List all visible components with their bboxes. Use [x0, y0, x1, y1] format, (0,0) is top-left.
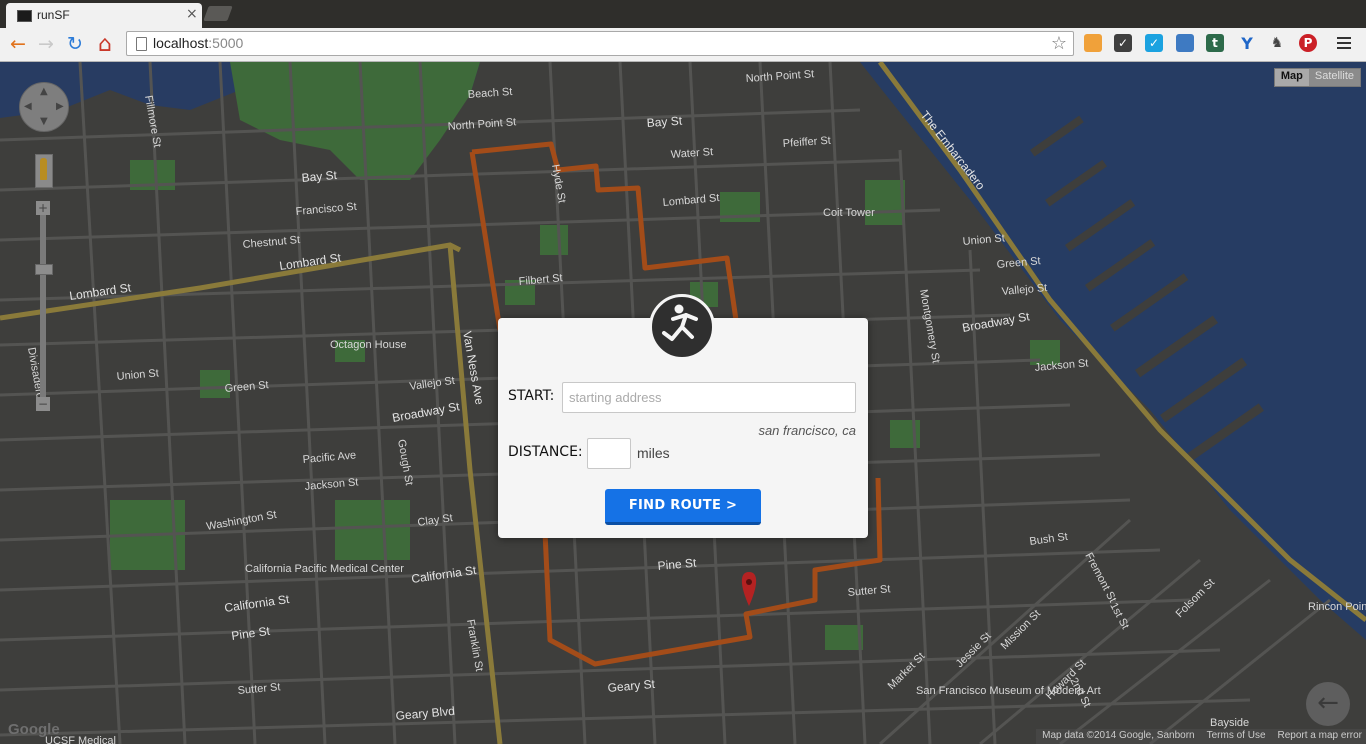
tab-runsf[interactable]: runSF ×: [6, 3, 202, 28]
report-map-error-link[interactable]: Report a map error: [1278, 730, 1362, 744]
close-icon[interactable]: ×: [186, 6, 198, 22]
location-hint: san francisco, ca: [758, 423, 856, 438]
forward-arrow-icon[interactable]: →: [34, 33, 58, 55]
pan-control[interactable]: ▲ ▼ ◀ ▶: [19, 82, 69, 132]
place-label: Coit Tower: [823, 207, 875, 219]
map-type-control: Map Satellite: [1273, 68, 1361, 87]
home-icon[interactable]: ⌂: [93, 32, 117, 57]
chevron-up-icon[interactable]: ▲: [40, 86, 48, 97]
url-host: localhost: [153, 35, 209, 51]
map-type-map-button[interactable]: Map: [1274, 69, 1309, 86]
image-icon[interactable]: [1176, 34, 1194, 52]
chevron-left-icon[interactable]: ◀: [24, 101, 32, 112]
street-label: Bay St: [646, 114, 683, 130]
runner-logo-icon: [649, 294, 715, 360]
find-route-button[interactable]: FIND ROUTE >: [605, 489, 761, 525]
check-icon[interactable]: ✓: [1145, 34, 1163, 52]
street-view-pegman-icon[interactable]: [35, 154, 53, 188]
zoom-in-button[interactable]: +: [36, 201, 50, 215]
distance-label: DISTANCE:: [508, 444, 583, 460]
menu-icon[interactable]: [1337, 34, 1351, 52]
pocket-icon[interactable]: ✓: [1114, 34, 1132, 52]
map-type-satellite-button[interactable]: Satellite: [1308, 69, 1360, 86]
place-label: California Pacific Medical Center: [245, 563, 404, 575]
ycombinator-icon[interactable]: Y: [1238, 34, 1256, 53]
terminal-icon: [17, 10, 32, 22]
start-label: START:: [508, 388, 555, 404]
place-label: Octagon House: [330, 339, 406, 351]
google-logo: Google: [8, 721, 60, 738]
start-address-input[interactable]: [562, 382, 856, 413]
back-arrow-icon[interactable]: ←: [6, 33, 30, 55]
map-attribution: Map data ©2014 Google, Sanborn Terms of …: [1036, 729, 1366, 744]
chevron-right-icon[interactable]: ▶: [56, 101, 64, 112]
tumblr-icon[interactable]: t: [1206, 34, 1224, 52]
pinterest-icon[interactable]: P: [1299, 34, 1317, 52]
url-port: :5000: [208, 35, 244, 51]
bookmark-star-icon[interactable]: ☆: [1051, 33, 1067, 54]
reload-icon[interactable]: ↻: [63, 33, 87, 55]
zoom-out-button[interactable]: −: [36, 397, 50, 411]
url-text: localhost:5000: [153, 35, 243, 51]
browser-toolbar: ← → ↻ ⌂ localhost:5000 ☆ ✓ ✓ t Y ♞ P: [0, 28, 1366, 62]
zoom-slider-track[interactable]: [40, 202, 46, 404]
evernote-icon[interactable]: ♞: [1268, 34, 1286, 52]
miles-unit-label: miles: [637, 445, 670, 461]
address-bar[interactable]: localhost:5000 ☆: [126, 31, 1074, 56]
new-tab-button[interactable]: [203, 6, 233, 21]
place-label: San Francisco Museum of Modern Art: [916, 685, 1101, 697]
hand-icon[interactable]: [1084, 34, 1102, 52]
back-arrow-button[interactable]: ←: [1306, 682, 1350, 726]
terms-of-use-link[interactable]: Terms of Use: [1207, 730, 1266, 744]
tab-strip: runSF ×: [0, 0, 1366, 28]
zoom-slider-thumb[interactable]: [35, 264, 53, 275]
page-icon: [136, 37, 147, 51]
place-label: Bayside: [1210, 717, 1249, 729]
tab-title: runSF: [37, 8, 70, 22]
place-label: Rincon Point: [1308, 601, 1366, 613]
distance-input[interactable]: [587, 438, 631, 469]
chevron-down-icon[interactable]: ▼: [40, 116, 48, 127]
map-data-attribution: Map data ©2014 Google, Sanborn: [1042, 730, 1195, 741]
